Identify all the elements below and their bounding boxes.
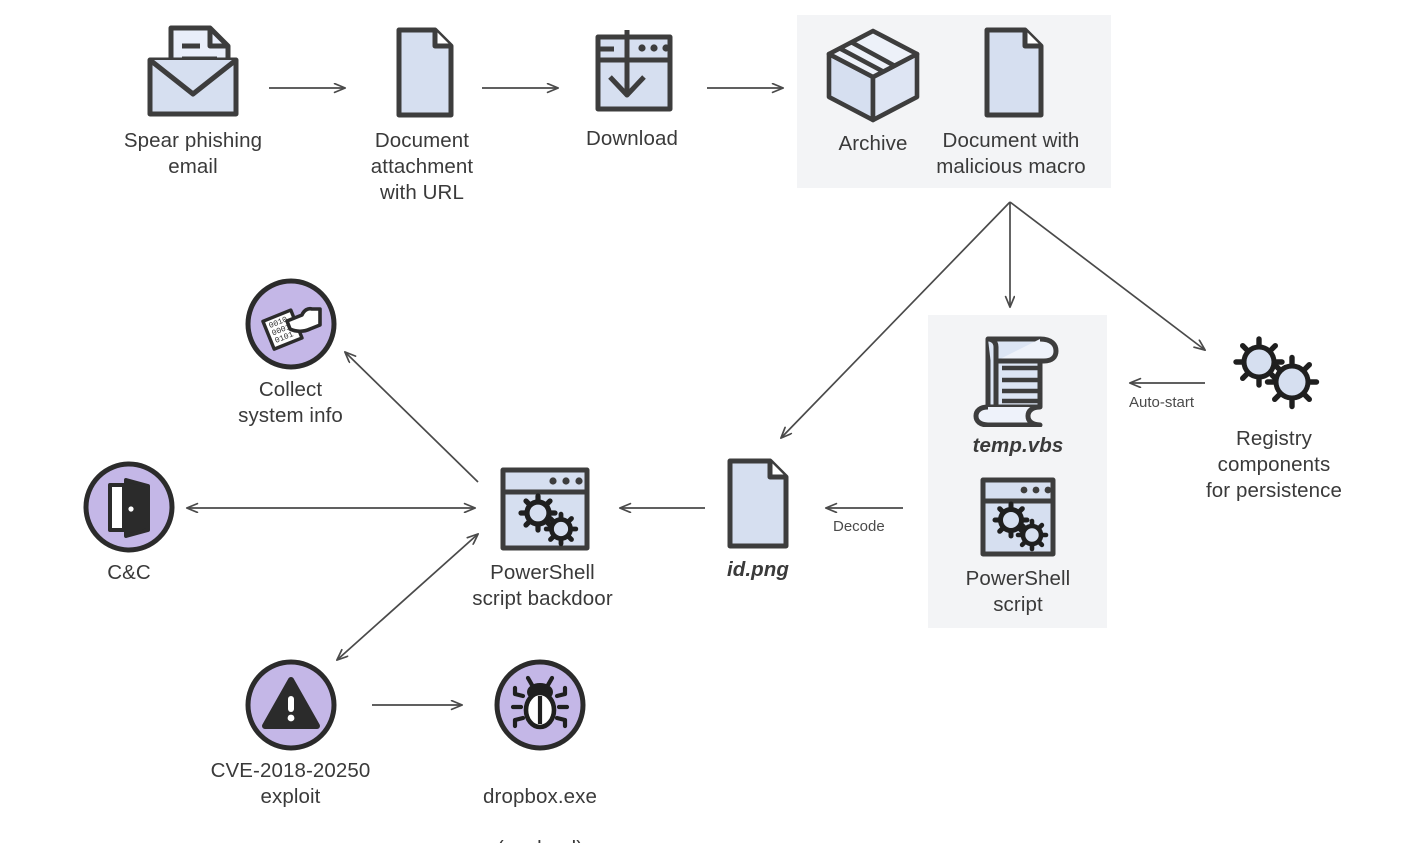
edge-label-auto-start: Auto-start bbox=[1129, 394, 1195, 411]
edge-backdoor-to-collect bbox=[345, 352, 479, 483]
email-with-document-icon bbox=[138, 22, 248, 122]
document-icon bbox=[716, 455, 800, 551]
node-registry-components[interactable]: Registry components for persistence bbox=[1190, 330, 1358, 504]
node-cc[interactable]: C&C bbox=[82, 460, 176, 586]
node-label: CVE-2018-20250 exploit bbox=[210, 759, 371, 808]
browser-gears-icon bbox=[966, 474, 1070, 560]
archive-box-icon bbox=[819, 25, 927, 125]
edge-label-decode: Decode bbox=[833, 518, 885, 535]
node-label: PowerShell script backdoor bbox=[472, 561, 613, 610]
browser-gears-icon bbox=[481, 462, 605, 554]
open-door-icon bbox=[82, 460, 176, 554]
node-label: Download bbox=[586, 127, 678, 150]
node-label-filename: dropbox.exe bbox=[483, 785, 597, 808]
node-label: Document with malicious macro bbox=[936, 129, 1086, 178]
document-icon bbox=[969, 22, 1053, 122]
node-spear-phishing-email[interactable]: Spear phishing email bbox=[118, 22, 268, 180]
node-powershell-script[interactable]: PowerShell script bbox=[955, 474, 1081, 618]
node-temp-vbs[interactable]: temp.vbs bbox=[955, 327, 1081, 459]
bug-icon bbox=[493, 658, 587, 752]
node-cve-exploit[interactable]: CVE-2018-20250 exploit bbox=[203, 658, 378, 810]
node-powershell-script-backdoor[interactable]: PowerShell script backdoor bbox=[470, 462, 615, 612]
hand-data-icon: 0010 00010 0101 bbox=[244, 277, 338, 371]
node-label: Collect system info bbox=[238, 378, 343, 427]
node-dropbox-exe[interactable]: dropbox.exe (payload) bbox=[470, 658, 610, 843]
browser-download-icon bbox=[580, 22, 684, 120]
node-download[interactable]: Download bbox=[570, 22, 694, 152]
node-collect-system-info[interactable]: 0010 00010 0101 Collect system info bbox=[218, 277, 363, 429]
node-archive[interactable]: Archive bbox=[818, 25, 928, 157]
node-document-attachment[interactable]: Document attachment with URL bbox=[357, 22, 487, 206]
node-label: Registry components for persistence bbox=[1206, 427, 1342, 502]
node-label: dropbox.exe (payload) bbox=[483, 758, 597, 843]
document-icon bbox=[383, 22, 461, 122]
node-label: id.png bbox=[726, 558, 790, 581]
scroll-script-icon bbox=[966, 327, 1070, 428]
node-label: Archive bbox=[838, 132, 908, 155]
edge-backdoor-to-cve bbox=[337, 534, 478, 660]
node-label: Document attachment with URL bbox=[370, 129, 474, 204]
node-label: Spear phishing email bbox=[123, 129, 263, 178]
node-label-suffix: (payload) bbox=[497, 837, 583, 843]
node-id-png[interactable]: id.png bbox=[713, 455, 803, 583]
node-label: temp.vbs bbox=[972, 434, 1064, 457]
node-document-malicious-macro[interactable]: Document with malicious macro bbox=[935, 22, 1087, 180]
warning-triangle-icon bbox=[244, 658, 338, 752]
diagram-canvas: Auto-start Decode Spear phishing email D… bbox=[0, 0, 1428, 843]
node-label: PowerShell script bbox=[965, 567, 1071, 616]
registry-gears-icon bbox=[1219, 330, 1329, 420]
node-label: C&C bbox=[107, 561, 151, 584]
